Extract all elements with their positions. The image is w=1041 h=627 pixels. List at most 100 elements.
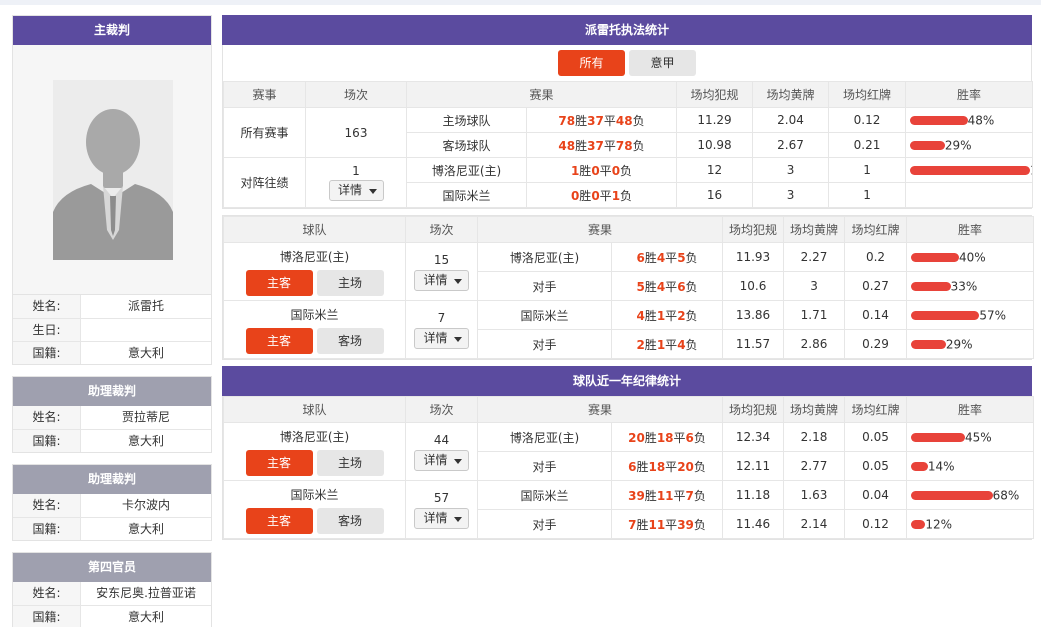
detail-dropdown[interactable]: 详情 (414, 327, 469, 349)
result-cell: 0胜0平1负 (525, 182, 678, 208)
win-rate-cell: 57% (906, 300, 1035, 330)
column-header: 场均红牌 (844, 216, 908, 243)
draws-value: 37 (587, 113, 604, 128)
wins-value: 6 (636, 250, 645, 265)
detail-label: 详情 (423, 452, 448, 467)
avg-fouls: 11.29 (676, 107, 754, 133)
wins-value: 78 (558, 113, 576, 128)
draws-value: 4 (656, 279, 666, 294)
chevron-down-icon (454, 278, 462, 284)
venue-filter-button[interactable]: 主场 (316, 269, 384, 296)
avg-yellow: 2.67 (752, 132, 830, 158)
info-label: 姓名: (13, 582, 81, 605)
matches-count: 163 (344, 125, 368, 140)
draws-label: 平 (665, 337, 678, 352)
losses-value: 0 (611, 163, 621, 178)
column-header: 场均黄牌 (783, 396, 846, 423)
fourth-official-card: 第四官员 姓名: 安东尼奥.拉普亚诺 国籍: 意大利 (12, 552, 212, 627)
column-header: 场均红牌 (828, 81, 907, 108)
detail-dropdown[interactable]: 详情 (414, 507, 469, 529)
column-header: 场次 (405, 396, 478, 423)
draws-label: 平 (665, 279, 678, 294)
avg-yellow: 1.63 (783, 480, 846, 510)
team-name: 客场球队 (406, 132, 527, 158)
win-rate-bar (911, 310, 980, 320)
info-label: 国籍: (13, 430, 81, 452)
wins-label: 胜 (575, 138, 588, 153)
win-rate-label: 14% (927, 459, 955, 474)
fourth-official-header: 第四官员 (13, 553, 211, 582)
wins-label: 胜 (579, 188, 592, 203)
avg-fouls: 13.86 (722, 300, 785, 330)
column-header: 场均黄牌 (783, 216, 846, 243)
draws-label: 平 (673, 488, 686, 503)
table-row: 所有赛事 163 主场球队 78胜37平48负 11.29 2.04 0.12 48% (223, 107, 1034, 158)
column-header: 场均犯规 (722, 396, 785, 423)
avg-yellow: 1.71 (783, 300, 846, 330)
losses-value: 1 (611, 188, 621, 203)
info-label: 国籍: (13, 606, 81, 627)
table-row: 国际米兰 主客 客场 7 详情 国际米兰 4胜1平2负 13.86 1.71 0.14 57% (223, 300, 1035, 359)
win-rate-label: 12% (925, 517, 953, 532)
wins-value: 48 (558, 138, 576, 153)
detail-dropdown[interactable]: 详情 (328, 180, 384, 201)
home-away-button[interactable]: 主客 (245, 449, 313, 476)
losses-value: 39 (677, 517, 694, 532)
wins-label: 胜 (575, 113, 588, 128)
tab-all[interactable]: 所有 (558, 50, 625, 76)
team-title: 国际米兰 (290, 487, 339, 502)
venue-filter-button[interactable]: 客场 (316, 327, 384, 354)
win-rate-cell: 29% (905, 132, 1034, 158)
venue-filter-button[interactable]: 主场 (316, 449, 384, 476)
avg-yellow: 2.77 (783, 451, 846, 481)
losses-value: 20 (677, 459, 694, 474)
wins-label: 胜 (636, 517, 649, 532)
win-rate-label: 29% (945, 337, 973, 352)
avg-red: 1 (828, 157, 907, 183)
matches-cell: 57 详情 (405, 480, 478, 539)
draws-label: 平 (603, 138, 616, 153)
matches-count: 57 (433, 490, 450, 505)
avg-fouls: 11.18 (722, 480, 785, 510)
tab-serie-a[interactable]: 意甲 (629, 50, 696, 76)
venue-filter-button[interactable]: 客场 (316, 507, 384, 534)
referee-avatar (53, 80, 173, 260)
avg-yellow: 2.18 (783, 422, 846, 452)
result-cell: 6胜18平20负 (610, 451, 724, 481)
win-rate-bar (911, 339, 946, 349)
detail-dropdown[interactable]: 详情 (414, 269, 469, 291)
win-rate-cell (905, 182, 1034, 208)
draws-label: 平 (665, 517, 678, 532)
column-header: 赛果 (405, 81, 678, 108)
home-away-button[interactable]: 主客 (245, 507, 313, 534)
avg-yellow: 2.14 (783, 509, 846, 539)
team-title: 博洛尼亚(主) (279, 429, 350, 444)
team-cell: 博洛尼亚(主) 主客 主场 (223, 422, 406, 481)
competition-name: 对阵往绩 (223, 157, 306, 208)
win-rate-bar (911, 281, 951, 291)
detail-label: 详情 (337, 183, 362, 197)
losses-label: 负 (632, 138, 645, 153)
wins-label: 胜 (579, 163, 592, 178)
column-header: 球队 (223, 396, 406, 423)
column-header: 场次 (405, 216, 478, 243)
win-rate-cell: 45% (906, 422, 1035, 452)
assistant-2-info-rows: 姓名: 卡尔波内 国籍: 意大利 (13, 494, 211, 540)
avg-fouls: 12 (676, 157, 754, 183)
detail-dropdown[interactable]: 详情 (414, 449, 469, 471)
table-row: 国际米兰 主客 客场 57 详情 国际米兰 39胜11平7负 11.18 1.63 0.04 68% (223, 480, 1035, 539)
home-away-button[interactable]: 主客 (245, 269, 313, 296)
losses-value: 78 (615, 138, 633, 153)
team-cell: 国际米兰 主客 客场 (223, 300, 406, 359)
win-rate-cell: 33% (906, 271, 1035, 301)
wins-label: 胜 (636, 459, 649, 474)
home-away-button[interactable]: 主客 (245, 327, 313, 354)
result-cell: 4胜1平2负 (610, 300, 724, 330)
avg-red: 0.29 (844, 329, 908, 359)
wins-label: 胜 (644, 488, 657, 503)
result-cell: 48胜37平78负 (525, 132, 678, 158)
info-value: 卡尔波内 (81, 494, 211, 517)
wins-value: 20 (628, 430, 645, 445)
losses-value: 4 (677, 337, 686, 352)
avg-fouls: 11.46 (722, 509, 785, 539)
